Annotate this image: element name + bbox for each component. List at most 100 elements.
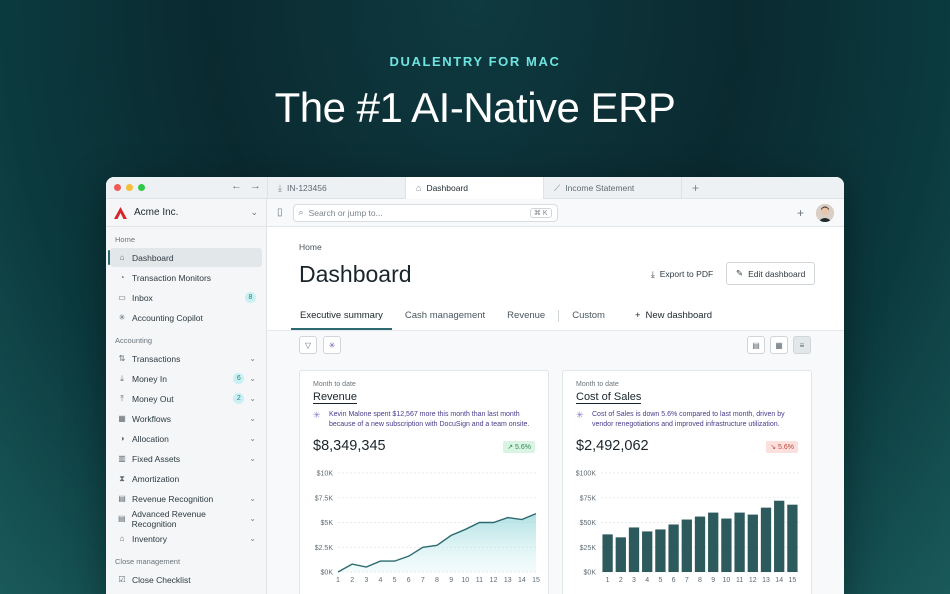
org-switcher[interactable]: Acme Inc. ⌄: [106, 199, 266, 227]
sidebar-item-transaction-monitors[interactable]: ◔ Transaction Monitors: [110, 268, 262, 287]
new-dashboard-button[interactable]: + New dashboard: [626, 307, 721, 329]
app-window: ← → ⤓ IN-123456 ⌂ Dashboard ⟋ Income Sta…: [106, 177, 844, 594]
bar[interactable]: [602, 534, 613, 572]
sidebar-item-fixed-assets[interactable]: ▥ Fixed Assets ⌄: [110, 449, 262, 468]
bar[interactable]: [734, 512, 745, 572]
sidebar-item-money-in[interactable]: ⤓ Money In 6 ⌄: [110, 369, 262, 388]
minimize-window-button[interactable]: [126, 184, 133, 191]
chevron-down-icon[interactable]: ⌄: [249, 374, 256, 383]
bar[interactable]: [615, 537, 626, 572]
filter-button[interactable]: ▽: [299, 336, 317, 354]
sidebar-item-allocation[interactable]: ◑ Allocation ⌄: [110, 429, 262, 448]
sidebar-item-close-checklist[interactable]: ☑ Close Checklist: [110, 570, 262, 589]
bar[interactable]: [774, 500, 785, 572]
breadcrumb[interactable]: Home: [299, 242, 322, 252]
y-tick-label: $10K: [317, 471, 334, 478]
chevron-down-icon[interactable]: ⌄: [249, 434, 256, 443]
chevron-down-icon[interactable]: ⌄: [249, 514, 256, 523]
sidebar-item-advanced-revenue-recognition[interactable]: ▤ Advanced Revenue Recognition ⌄: [110, 509, 262, 529]
transfer-icon: ⇅: [118, 354, 126, 363]
edit-label: Edit dashboard: [748, 268, 806, 279]
bar[interactable]: [787, 504, 798, 572]
x-tick-label: 7: [421, 577, 425, 584]
x-tick-label: 12: [749, 577, 757, 584]
sidebar-item-transactions[interactable]: ⇅ Transactions ⌄: [110, 349, 262, 368]
card-title[interactable]: Revenue: [313, 391, 358, 404]
chevron-down-icon[interactable]: ⌄: [249, 454, 256, 463]
sidebar-item-label: Inbox: [132, 292, 153, 303]
sidebar-item-workflows[interactable]: ▦ Workflows ⌄: [110, 409, 262, 428]
x-tick-label: 3: [364, 577, 368, 584]
sidebar-item-inventory[interactable]: ⌂ Inventory ⌄: [110, 529, 262, 548]
hourglass-icon: ⧗: [119, 473, 125, 483]
x-tick-label: 6: [672, 577, 676, 584]
forward-arrow-icon[interactable]: →: [250, 180, 261, 192]
bar[interactable]: [708, 512, 719, 572]
x-tick-label: 4: [378, 577, 382, 584]
back-arrow-icon[interactable]: ←: [231, 180, 242, 192]
chevron-down-icon[interactable]: ⌄: [249, 534, 256, 543]
edit-dashboard-button[interactable]: ✎ Edit dashboard: [726, 262, 816, 285]
new-tab-button[interactable]: +: [681, 177, 709, 198]
arrow-up-right-icon: ↗: [507, 444, 514, 451]
card-amount: $2,492,062: [576, 438, 649, 454]
x-tick-label: 11: [476, 577, 483, 584]
tab-custom[interactable]: Custom: [563, 307, 614, 329]
tab-dashboard[interactable]: ⌂ Dashboard: [405, 177, 543, 199]
tab-executive-summary[interactable]: Executive summary: [291, 307, 392, 330]
cost-of-sales-card[interactable]: Month to date Cost of Sales ✳ Cost of Sa…: [562, 370, 812, 594]
card-title[interactable]: Cost of Sales: [576, 391, 642, 404]
y-tick-label: $0K: [584, 570, 597, 577]
tab-invoice[interactable]: ⤓ IN-123456: [267, 177, 405, 199]
sidebar-item-revenue-recognition[interactable]: ▤ Revenue Recognition ⌄: [110, 489, 262, 508]
search-input[interactable]: ⌕ Search or jump to... ⌘ K: [292, 203, 558, 222]
sidebar-item-label: Fixed Assets: [132, 453, 181, 464]
calendar-button[interactable]: ▦: [770, 336, 788, 354]
tab-cash-management[interactable]: Cash management: [396, 307, 494, 329]
plus-icon: +: [634, 310, 641, 321]
chevron-down-icon[interactable]: ⌄: [249, 354, 256, 363]
bar[interactable]: [694, 516, 706, 572]
avatar[interactable]: [816, 203, 834, 222]
bar[interactable]: [642, 531, 653, 572]
report-button[interactable]: ▤: [747, 336, 765, 354]
chevron-down-icon[interactable]: ⌄: [249, 414, 256, 423]
chevron-down-icon[interactable]: ⌄: [249, 494, 256, 503]
bar[interactable]: [747, 514, 758, 572]
bar[interactable]: [655, 529, 666, 572]
search-shortcut: ⌘ K: [529, 207, 552, 218]
sidebar-item-inbox[interactable]: ▭ Inbox 8: [110, 288, 262, 307]
sidebar-item-dashboard[interactable]: ⌂ Dashboard: [108, 248, 262, 267]
card-insight: ✳ Cost of Sales is down 5.6% compared to…: [576, 410, 804, 430]
x-tick-label: 7: [685, 577, 689, 584]
tab-label: IN-123456: [286, 183, 327, 193]
maximize-window-button[interactable]: [138, 184, 145, 191]
bar[interactable]: [721, 518, 732, 572]
acme-logo-icon: [114, 206, 127, 219]
add-icon[interactable]: +: [797, 206, 804, 220]
document-icon: ▤: [752, 340, 760, 350]
settings-button[interactable]: ≡: [793, 336, 811, 354]
revenue-card[interactable]: Month to date Revenue ✳ Kevin Malone spe…: [299, 370, 549, 594]
export-pdf-button[interactable]: ⤓ Export to PDF: [645, 263, 719, 285]
x-tick-label: 11: [736, 577, 743, 584]
tab-label: Income Statement: [565, 183, 635, 193]
ai-button[interactable]: ✳: [323, 336, 341, 354]
tab-revenue[interactable]: Revenue: [498, 307, 554, 329]
sidebar-item-money-out[interactable]: ⤒ Money Out 2 ⌄: [110, 389, 262, 408]
bar[interactable]: [681, 519, 692, 572]
sidebar-toggle-icon[interactable]: ▯: [277, 207, 283, 218]
chevron-down-icon[interactable]: ⌄: [249, 394, 256, 403]
sidebar-item-amortization[interactable]: ⧗ Amortization: [110, 469, 262, 488]
tab-income-statement[interactable]: ⟋ Income Statement: [543, 177, 681, 199]
dashboard-tabs: Executive summary Cash management Revenu…: [291, 307, 721, 330]
pie-icon: ◑: [119, 434, 125, 443]
sidebar-item-accounting-copilot[interactable]: ✳ Accounting Copilot: [110, 308, 262, 327]
count-badge: 2: [233, 393, 245, 404]
bar[interactable]: [760, 507, 772, 572]
sidebar-item-label: Workflows: [132, 413, 172, 424]
bar[interactable]: [628, 527, 640, 572]
bar[interactable]: [668, 524, 679, 572]
close-window-button[interactable]: [114, 184, 121, 191]
dashboard-header: Home Dashboard ⤓ Export to PDF ✎ Edit da…: [267, 227, 844, 358]
